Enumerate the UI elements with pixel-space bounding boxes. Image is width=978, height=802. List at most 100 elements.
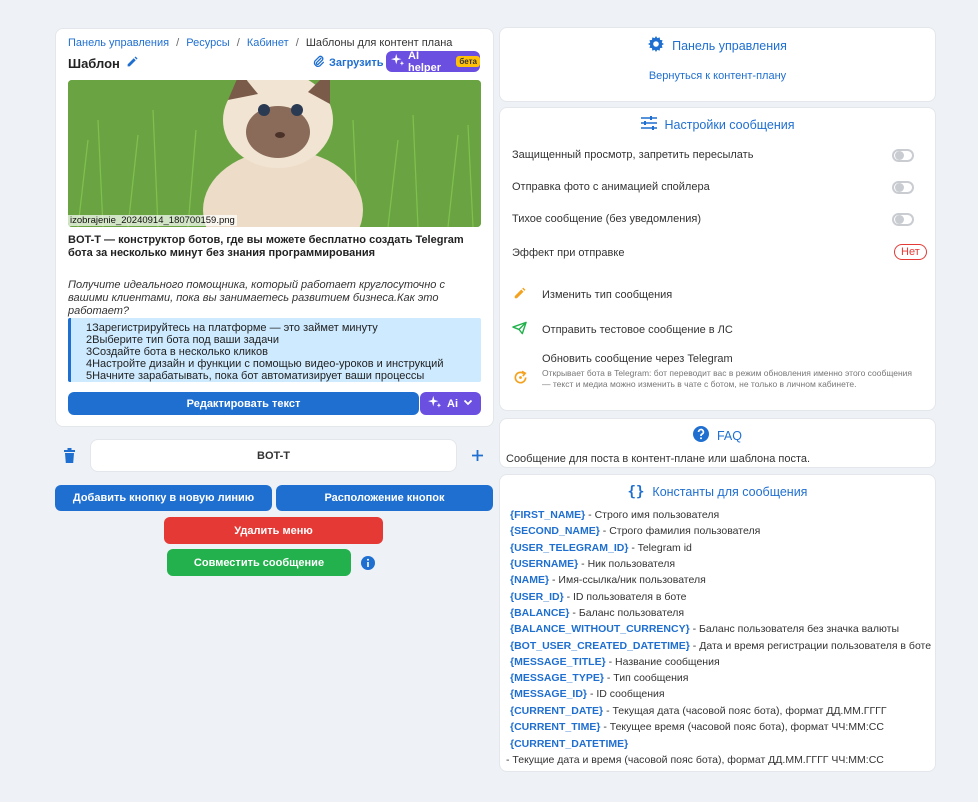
constant-row: {BALANCE} - Баланс пользователя — [510, 607, 684, 619]
sliders-icon — [640, 116, 657, 133]
question-icon — [692, 426, 709, 445]
sparkle-icon — [428, 395, 442, 412]
constant-key[interactable]: {CURRENT_TIME} — [510, 721, 600, 733]
back-to-plan-link[interactable]: Вернуться к контент-плану — [500, 70, 935, 82]
constants-title: Константы для сообщения — [652, 485, 808, 499]
effect-select[interactable]: Нет — [894, 244, 927, 260]
constants-card: {} Константы для сообщения {FIRST_NAME} … — [499, 474, 936, 772]
breadcrumb-cabinet[interactable]: Кабинет — [247, 37, 289, 49]
ai-helper-button[interactable]: AI helper бета — [386, 49, 480, 74]
constant-desc: - Текущая дата (часовой пояс бота), форм… — [603, 705, 887, 717]
gear-icon — [648, 36, 665, 55]
constant-desc: - Название сообщения — [605, 656, 720, 668]
plus-icon[interactable] — [471, 449, 484, 465]
pencil-icon[interactable] — [126, 55, 139, 71]
constant-desc: - Баланс пользователя — [569, 607, 685, 619]
toggle-spoiler[interactable] — [892, 181, 914, 194]
toggle-silent[interactable] — [892, 213, 914, 226]
add-button-new-line[interactable]: Добавить кнопку в новую линию — [55, 485, 272, 511]
refresh-icon — [513, 370, 528, 388]
edit-text-button[interactable]: Редактировать текст — [68, 392, 419, 415]
braces-icon: {} — [627, 484, 645, 500]
constant-key[interactable]: {BALANCE} — [510, 607, 570, 619]
constant-key[interactable]: {MESSAGE_TYPE} — [510, 672, 604, 684]
constant-desc: - Тип сообщения — [603, 672, 689, 684]
image-filename: izobrajenie_20240914_180700159.png — [68, 215, 237, 226]
constant-key[interactable]: {SECOND_NAME} — [510, 525, 600, 537]
breadcrumb-current: Шаблоны для контент плана — [305, 37, 453, 49]
constant-row: {BOT_USER_CREATED_DATETIME} - Дата и вре… — [510, 640, 931, 652]
sparkle-icon — [391, 53, 405, 70]
constant-key[interactable]: {CURRENT_DATE} — [510, 705, 603, 717]
toggle-protected[interactable] — [892, 149, 914, 162]
step-line: 1Зарегистрируйтесь на платформе — это за… — [86, 322, 378, 334]
constant-key[interactable]: {MESSAGE_ID} — [510, 688, 587, 700]
delete-menu-button[interactable]: Удалить меню — [164, 517, 383, 544]
info-icon[interactable] — [361, 556, 375, 573]
change-type-action[interactable]: Изменить тип сообщения — [542, 289, 672, 301]
step-line: 5Начните зарабатывать, пока бот автомати… — [86, 370, 425, 382]
breadcrumb-resources[interactable]: Ресурсы — [186, 37, 229, 49]
constant-key[interactable]: {USER_ID} — [510, 591, 564, 603]
breadcrumb-sep: / — [295, 37, 299, 49]
constant-row: {USER_TELEGRAM_ID} - Telegram id — [510, 542, 692, 554]
constant-desc: - Дата и время регистрации пользователя … — [689, 640, 932, 652]
constant-desc: - Telegram id — [628, 542, 692, 554]
ai-dropdown-button[interactable]: Ai — [420, 392, 481, 415]
chevron-down-icon — [463, 397, 473, 410]
trash-icon[interactable] — [63, 448, 76, 466]
constant-row: {USER_ID} - ID пользователя в боте — [510, 591, 687, 603]
message-heading: BOT-T — конструктор ботов, где вы можете… — [68, 234, 464, 259]
constant-desc: - Имя-ссылка/ник пользователя — [549, 574, 706, 586]
constant-desc: - Строго имя пользователя — [585, 509, 720, 521]
faq-title: FAQ — [716, 428, 742, 443]
constant-key[interactable]: {BOT_USER_CREATED_DATETIME} — [510, 640, 690, 652]
step-line: 2Выберите тип бота под ваши задачи — [86, 334, 279, 346]
combine-message-button[interactable]: Совместить сообщение — [167, 549, 351, 576]
update-via-telegram-action[interactable]: Обновить сообщение через Telegram — [542, 353, 733, 365]
ai-helper-label: AI helper — [408, 49, 442, 74]
constant-row: {MESSAGE_TITLE} - Название сообщения — [510, 656, 720, 668]
buttons-layout-button[interactable]: Расположение кнопок — [276, 485, 493, 511]
faq-card: FAQ Сообщение для поста в контент-плане … — [499, 418, 936, 468]
breadcrumb-panel[interactable]: Панель управления — [68, 37, 169, 49]
constant-key[interactable]: {NAME} — [510, 574, 549, 586]
constant-row: {BALANCE_WITHOUT_CURRENCY} - Баланс поль… — [510, 623, 899, 635]
constant-key[interactable]: {CURRENT_DATETIME} — [510, 738, 628, 750]
inline-button-bot-t[interactable]: BOT-T — [90, 439, 457, 472]
constant-desc: - Ник пользователя — [578, 558, 676, 570]
control-panel-card: Панель управления Вернуться к контент-пл… — [499, 27, 936, 102]
send-test-action[interactable]: Отправить тестовое сообщение в ЛС — [542, 324, 733, 336]
constant-key[interactable]: {BALANCE_WITHOUT_CURRENCY} — [510, 623, 690, 635]
message-image: izobrajenie_20240914_180700159.png — [68, 80, 481, 227]
kitten-picture — [68, 80, 481, 227]
constant-key[interactable]: {USERNAME} — [510, 558, 578, 570]
constant-row: {CURRENT_TIME} - Текущее время (часовой … — [510, 721, 884, 733]
constant-desc: - Строго фамилия пользователя — [599, 525, 761, 537]
constant-row: {SECOND_NAME} - Строго фамилия пользоват… — [510, 525, 760, 537]
page-title: Шаблон — [68, 55, 120, 71]
toggle-label-spoiler: Отправка фото с анимацией спойлера — [512, 181, 710, 193]
control-panel-title: Панель управления — [672, 38, 787, 53]
settings-title: Настройки сообщения — [664, 117, 795, 132]
constant-row: {CURRENT_DATETIME} — [510, 738, 628, 750]
pencil-icon — [513, 286, 527, 303]
upload-label: Загрузить — [329, 57, 384, 69]
toggle-label-protected: Защищенный просмотр, запретить пересылат… — [512, 149, 754, 161]
update-via-telegram-desc: Открывает бота в Telegram: бот переводит… — [542, 368, 913, 389]
constant-row: {MESSAGE_TYPE} - Тип сообщения — [510, 672, 688, 684]
constant-key[interactable]: {USER_TELEGRAM_ID} — [510, 542, 628, 554]
faq-text: Сообщение для поста в контент-плане или … — [506, 453, 811, 465]
constant-key[interactable]: {FIRST_NAME} — [510, 509, 585, 521]
beta-badge: бета — [456, 56, 480, 67]
steps-quote: 1Зарегистрируйтесь на платформе — это за… — [68, 318, 481, 382]
breadcrumb-sep: / — [236, 37, 240, 49]
step-line: 3Создайте бота в несколько кликов — [86, 346, 268, 358]
toggle-label-silent: Тихое сообщение (без уведомления) — [512, 213, 702, 225]
paperclip-icon — [312, 55, 325, 71]
constant-key[interactable]: {MESSAGE_TITLE} — [510, 656, 606, 668]
constant-desc: - Баланс пользователя без значка валюты — [689, 623, 900, 635]
upload-button[interactable]: Загрузить — [312, 55, 384, 71]
ai-label: Ai — [447, 397, 458, 410]
message-italic-text: Получите идеального помощника, который р… — [68, 279, 445, 317]
